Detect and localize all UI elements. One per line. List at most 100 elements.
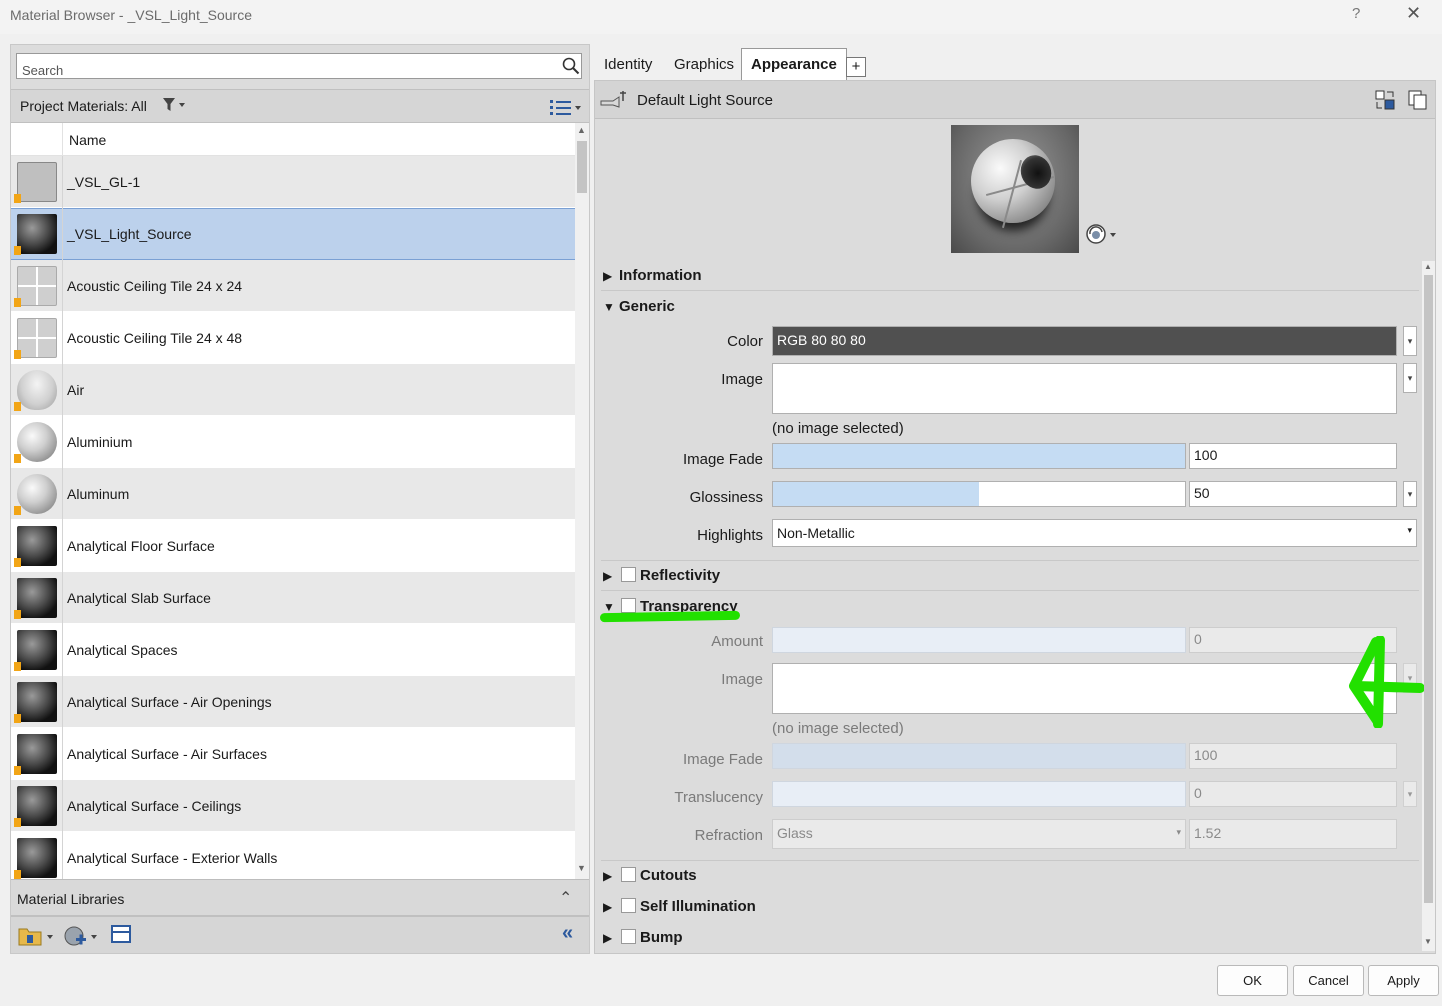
- material-name: Air: [67, 381, 85, 398]
- list-scrollbar[interactable]: ▲ ▼: [575, 123, 589, 879]
- name-column-header[interactable]: Name: [69, 132, 106, 148]
- filter-icon[interactable]: [162, 97, 186, 113]
- image-slot[interactable]: [772, 363, 1397, 414]
- material-thumbnail: [16, 837, 57, 878]
- library-toolbar: «: [11, 917, 589, 953]
- title-bar: Material Browser - _VSL_Light_Source ? ✕: [0, 0, 1442, 34]
- collapse-left-icon[interactable]: «: [562, 922, 573, 945]
- scroll-down-arrow-icon[interactable]: ▼: [1424, 937, 1432, 946]
- section-cutouts[interactable]: ▶ Cutouts: [599, 861, 1419, 891]
- apply-button[interactable]: Apply: [1368, 965, 1439, 996]
- image-fade-input[interactable]: 100: [1189, 443, 1397, 469]
- section-information[interactable]: ▶ Information: [599, 261, 1419, 291]
- material-thumbnail: [16, 733, 57, 774]
- transparency-image-fade-slider[interactable]: [772, 743, 1186, 769]
- translucency-dropdown-icon[interactable]: ▾: [1403, 781, 1417, 807]
- tab-graphics[interactable]: Graphics: [666, 48, 742, 80]
- highlights-select[interactable]: Non-Metallic ▾: [772, 519, 1417, 547]
- expand-right-icon[interactable]: ▶: [603, 869, 612, 883]
- library-folder-icon[interactable]: [17, 925, 57, 947]
- preview-sphere: [971, 139, 1056, 229]
- help-button[interactable]: ?: [1352, 5, 1360, 22]
- amount-slider[interactable]: [772, 627, 1186, 653]
- scroll-up-arrow-icon[interactable]: ▲: [577, 125, 586, 135]
- cancel-button[interactable]: Cancel: [1293, 965, 1364, 996]
- color-swatch[interactable]: RGB 80 80 80: [772, 326, 1397, 356]
- list-view-icon[interactable]: [549, 97, 585, 117]
- warning-icon: [14, 609, 21, 619]
- ok-button[interactable]: OK: [1217, 965, 1288, 996]
- add-material-icon[interactable]: [63, 925, 103, 947]
- material-thumbnail: [16, 317, 57, 358]
- material-row[interactable]: Analytical Surface - Ceilings: [11, 779, 575, 832]
- tab-identity[interactable]: Identity: [596, 48, 660, 80]
- material-row[interactable]: Air: [11, 363, 575, 416]
- translucency-slider[interactable]: [772, 781, 1186, 807]
- transparency-checkbox[interactable]: [621, 598, 636, 613]
- section-reflectivity[interactable]: ▶ Reflectivity: [599, 561, 1419, 591]
- glossiness-slider[interactable]: [772, 481, 1186, 507]
- material-row[interactable]: Analytical Slab Surface: [11, 571, 575, 624]
- material-row[interactable]: _VSL_Light_Source: [11, 208, 575, 260]
- list-header: Name: [11, 123, 575, 156]
- material-rows: _VSL_GL-1 _VSL_Light_Source Acoustic Ceili…: [11, 155, 575, 879]
- warning-icon: [14, 817, 21, 827]
- scroll-up-arrow-icon[interactable]: ▲: [1424, 262, 1432, 271]
- glossiness-dropdown-icon[interactable]: ▾: [1403, 481, 1417, 507]
- material-row[interactable]: Acoustic Ceiling Tile 24 x 48: [11, 311, 575, 364]
- section-title: Generic: [619, 298, 675, 315]
- material-row[interactable]: Acoustic Ceiling Tile 24 x 24: [11, 259, 575, 312]
- glossiness-input[interactable]: 50: [1189, 481, 1397, 507]
- section-bump[interactable]: ▶ Bump: [599, 923, 1419, 951]
- material-thumbnail: [16, 577, 57, 618]
- image-fade-slider[interactable]: [772, 443, 1186, 469]
- collapse-down-icon[interactable]: ▼: [603, 300, 615, 314]
- transparency-image-slot[interactable]: [772, 663, 1397, 714]
- reflectivity-checkbox[interactable]: [621, 567, 636, 582]
- refraction-select[interactable]: Glass ▾: [772, 819, 1186, 849]
- transparency-image-fade-input[interactable]: 100: [1189, 743, 1397, 769]
- add-asset-button[interactable]: +: [846, 57, 866, 77]
- expand-right-icon[interactable]: ▶: [603, 931, 612, 945]
- material-row[interactable]: Analytical Surface - Exterior Walls: [11, 831, 575, 879]
- material-libraries-bar[interactable]: Material Libraries ⌃: [11, 879, 589, 917]
- warning-icon: [14, 765, 21, 775]
- show-panel-icon[interactable]: [111, 925, 131, 943]
- image-dropdown-icon[interactable]: ▾: [1403, 363, 1417, 393]
- material-row[interactable]: Aluminium: [11, 415, 575, 468]
- material-row[interactable]: Analytical Surface - Air Surfaces: [11, 727, 575, 780]
- close-button[interactable]: ✕: [1406, 3, 1421, 24]
- section-generic[interactable]: ▼ Generic: [599, 292, 1419, 322]
- expand-right-icon[interactable]: ▶: [603, 900, 612, 914]
- color-label: Color: [727, 333, 763, 350]
- expand-up-icon[interactable]: ⌃: [559, 888, 572, 908]
- material-row[interactable]: _VSL_GL-1: [11, 155, 575, 208]
- self-illumination-checkbox[interactable]: [621, 898, 636, 913]
- replace-asset-icon[interactable]: [1374, 89, 1396, 111]
- properties-scrollbar[interactable]: ▲ ▼: [1422, 261, 1435, 951]
- scrollbar-thumb[interactable]: [1424, 275, 1433, 903]
- tab-appearance[interactable]: Appearance: [741, 48, 847, 80]
- search-input[interactable]: Search: [16, 53, 582, 79]
- material-thumbnail-cell: [11, 779, 63, 832]
- translucency-input[interactable]: 0: [1189, 781, 1397, 807]
- material-row[interactable]: Aluminum: [11, 467, 575, 520]
- cutouts-checkbox[interactable]: [621, 867, 636, 882]
- refraction-index-input[interactable]: 1.52: [1189, 819, 1397, 849]
- preview-hole: [1016, 150, 1056, 194]
- preview-options-icon[interactable]: [1085, 223, 1121, 245]
- material-thumbnail: [16, 214, 57, 254]
- expand-right-icon[interactable]: ▶: [603, 269, 612, 283]
- material-row[interactable]: Analytical Spaces: [11, 623, 575, 676]
- search-icon[interactable]: [562, 57, 580, 75]
- scrollbar-thumb[interactable]: [577, 141, 587, 193]
- expand-right-icon[interactable]: ▶: [603, 569, 612, 583]
- duplicate-asset-icon[interactable]: [1407, 89, 1429, 111]
- material-row[interactable]: Analytical Surface - Air Openings: [11, 675, 575, 728]
- scroll-down-arrow-icon[interactable]: ▼: [577, 863, 586, 873]
- section-self-illumination[interactable]: ▶ Self Illumination: [599, 892, 1419, 922]
- material-row[interactable]: Analytical Floor Surface: [11, 519, 575, 572]
- color-dropdown-icon[interactable]: ▾: [1403, 326, 1417, 356]
- collapse-down-icon[interactable]: ▼: [603, 600, 615, 614]
- bump-checkbox[interactable]: [621, 929, 636, 944]
